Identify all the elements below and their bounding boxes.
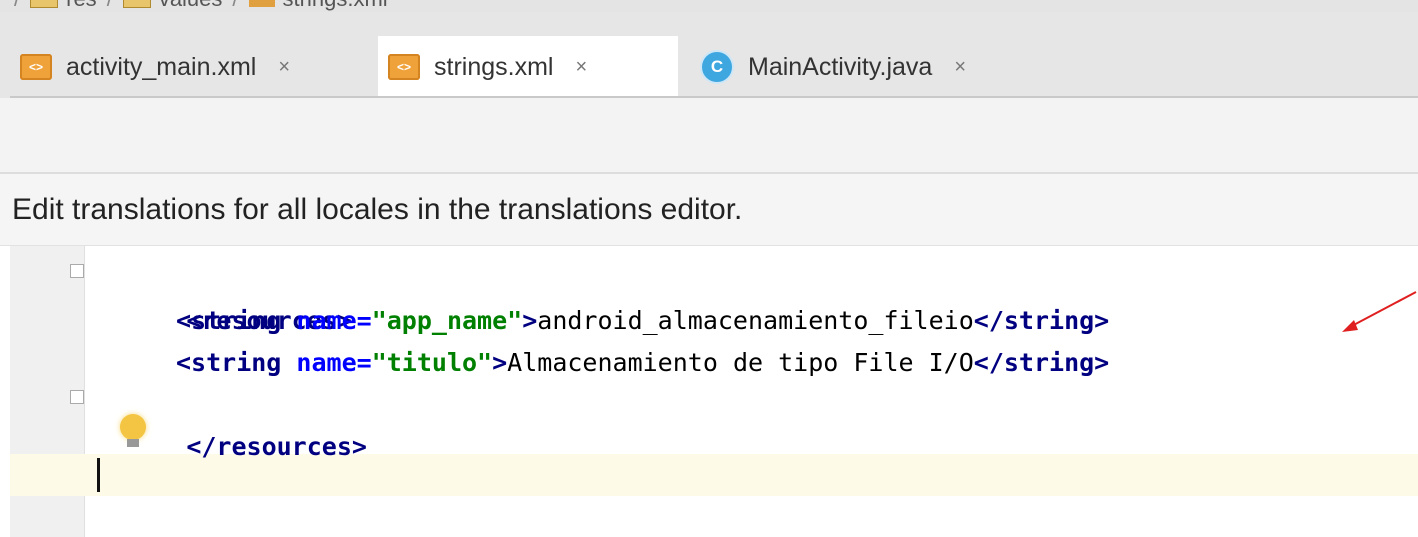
tab-label: MainActivity.java (748, 52, 933, 81)
tab-activity-main[interactable]: <> activity_main.xml × (10, 36, 372, 98)
xml-file-icon: <> (20, 54, 52, 80)
tab-strings-xml[interactable]: <> strings.xml × (378, 36, 678, 98)
xml-tag: > (522, 306, 538, 335)
annotation-arrow-icon (1342, 291, 1417, 332)
xml-text: android_almacenamiento_fileio (537, 306, 974, 335)
xml-file-icon (248, 0, 275, 7)
breadcrumb-label: res (66, 0, 97, 12)
fold-marker-icon[interactable] (70, 264, 84, 278)
xml-text: Almacenamiento de tipo File I/O (507, 348, 974, 377)
breadcrumb-separator: / (232, 0, 238, 12)
banner-text: Edit translations for all locales in the… (12, 192, 743, 226)
breadcrumb-item-res[interactable]: res (30, 0, 97, 12)
breadcrumb-separator: / (107, 0, 113, 12)
code-content[interactable]: <resources> <string name="app_name">andr… (96, 258, 1418, 461)
close-icon[interactable]: × (954, 56, 966, 79)
code-line: <string name="app_name">android_almacena… (96, 300, 1418, 342)
breadcrumb-separator: / (14, 0, 20, 12)
tab-label: activity_main.xml (66, 52, 257, 81)
java-class-icon: C (700, 50, 734, 84)
xml-tag: <string (176, 306, 297, 335)
xml-tag: </string> (973, 348, 1110, 377)
xml-attribute-value: "app_name" (371, 306, 523, 335)
translations-editor-banner[interactable]: Edit translations for all locales in the… (0, 174, 1418, 246)
folder-icon (30, 0, 59, 8)
breadcrumb-item-strings[interactable]: strings.xml (248, 0, 388, 12)
breadcrumb: / res / values / strings.xml (0, 0, 1418, 12)
close-icon[interactable]: × (575, 56, 587, 79)
breadcrumb-label: values (159, 0, 223, 12)
xml-attribute: name= (296, 306, 372, 335)
xml-attribute-value: "titulo" (371, 348, 493, 377)
close-icon[interactable]: × (278, 56, 290, 79)
code-line: <resources> (96, 258, 1418, 335)
editor-tab-bar: <> activity_main.xml × <> strings.xml × … (0, 12, 1418, 98)
code-editor[interactable]: <resources> <string name="app_name">andr… (0, 246, 1418, 537)
xml-tag: </string> (973, 306, 1110, 335)
breadcrumb-label: strings.xml (283, 0, 388, 12)
xml-tag: </resources> (186, 432, 367, 461)
breadcrumb-item-values[interactable]: values (122, 0, 223, 12)
editor-toolbar (0, 98, 1418, 174)
lightbulb-icon[interactable] (120, 414, 146, 440)
code-line: <string name="titulo">Almacenamiento de … (96, 342, 1418, 384)
xml-file-icon: <> (388, 54, 420, 80)
xml-attribute: name= (296, 348, 372, 377)
fold-marker-icon[interactable] (70, 390, 84, 404)
xml-tag: <string (176, 348, 297, 377)
folder-icon (122, 0, 151, 8)
lightbulb-base (127, 439, 139, 447)
tab-main-activity-java[interactable]: C MainActivity.java × (690, 36, 1040, 98)
text-caret (97, 458, 100, 492)
tab-label: strings.xml (434, 52, 554, 81)
xml-tag: > (492, 348, 508, 377)
code-line: </resources> (96, 384, 1418, 461)
